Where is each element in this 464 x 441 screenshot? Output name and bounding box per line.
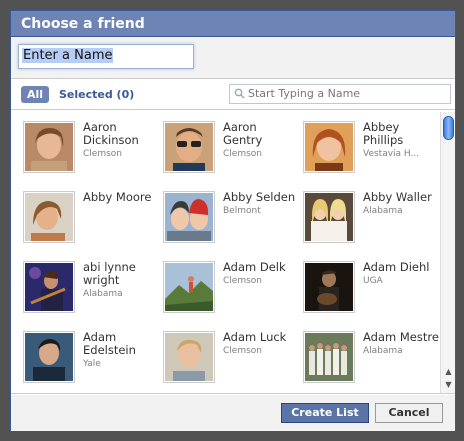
friend-network: Clemson — [223, 149, 262, 159]
friend-item[interactable]: Adam Edelstein Yale — [23, 330, 159, 393]
friend-network: Alabama — [363, 346, 403, 356]
tab-selected[interactable]: Selected (0) — [59, 86, 134, 103]
friends-scrollbar[interactable]: ▲ ▼ — [440, 112, 455, 393]
filter-row: All Selected (0) Start Typing a Name — [11, 79, 455, 110]
friend-photo — [23, 331, 75, 383]
scroll-thumb[interactable] — [443, 116, 454, 140]
cancel-button[interactable]: Cancel — [375, 403, 443, 423]
list-name-value: Enter a Name — [22, 48, 114, 63]
friend-network: Clemson — [83, 149, 122, 159]
scroll-down-icon[interactable]: ▼ — [443, 379, 454, 391]
friend-search-input[interactable]: Start Typing a Name — [229, 84, 451, 104]
friend-network: Vestavia H... — [363, 149, 420, 159]
list-name-input[interactable]: Enter a Name — [18, 44, 194, 69]
friends-grid: Aaron Dickinson Clemson Aaron Gentry Clems… — [11, 112, 455, 394]
friend-name: Abbey Phillips — [363, 120, 404, 147]
friend-name: Adam Mestre — [363, 330, 439, 344]
friend-item[interactable]: Aaron Dickinson Clemson — [23, 121, 159, 185]
friend-photo — [23, 261, 75, 313]
friend-photo — [303, 191, 355, 243]
search-icon — [234, 88, 245, 99]
friend-network: Alabama — [363, 206, 403, 216]
friend-network: Clemson — [223, 346, 262, 356]
friend-item[interactable]: Adam Diehl UGA — [303, 261, 439, 325]
friend-name: Abby Waller — [363, 190, 432, 204]
choose-friend-dialog: Choose a friend Enter a Name All Selecte… — [0, 0, 464, 441]
tab-all[interactable]: All — [21, 86, 50, 103]
friend-photo — [163, 261, 215, 313]
friend-photo — [23, 191, 75, 243]
friend-item[interactable]: Abby Moore — [23, 191, 159, 255]
dialog-body: Choose a friend Enter a Name All Selecte… — [10, 10, 456, 431]
friend-network: Alabama — [83, 289, 123, 299]
friend-item[interactable]: Abby Selden Belmont — [163, 191, 299, 255]
friend-name: Abby Selden — [223, 190, 296, 204]
friend-photo — [163, 191, 215, 243]
dialog-title: Choose a friend — [11, 11, 455, 37]
friend-item[interactable]: Adam Mestre Alabama — [303, 330, 439, 393]
friend-name: Adam Luck — [223, 330, 287, 344]
dialog-footer: Create List Cancel — [11, 395, 455, 431]
friend-photo — [303, 121, 355, 173]
friend-network: Clemson — [223, 276, 262, 286]
friend-item[interactable]: abi lynne wright Alabama — [23, 261, 159, 325]
friend-network: Belmont — [223, 206, 261, 216]
search-placeholder: Start Typing a Name — [248, 87, 361, 100]
name-row: Enter a Name — [11, 37, 455, 79]
friend-name: Adam Diehl — [363, 260, 430, 274]
scroll-up-icon[interactable]: ▲ — [443, 366, 454, 378]
friend-item[interactable]: Abby Waller Alabama — [303, 191, 439, 255]
friend-name: Aaron Dickinson — [83, 120, 139, 147]
friend-name: Adam Edelstein — [83, 330, 136, 357]
friend-name: Abby Moore — [83, 190, 152, 204]
friend-name: Aaron Gentry — [223, 120, 263, 147]
friend-item[interactable]: Adam Delk Clemson — [163, 261, 299, 325]
friend-item[interactable]: Adam Luck Clemson — [163, 330, 299, 393]
create-list-button[interactable]: Create List — [281, 403, 369, 423]
friend-network: Yale — [83, 359, 101, 369]
friend-photo — [303, 261, 355, 313]
friend-item[interactable]: Abbey Phillips Vestavia H... — [303, 121, 439, 185]
friend-name: abi lynne wright — [83, 260, 136, 287]
friend-photo — [163, 121, 215, 173]
friend-photo — [23, 121, 75, 173]
friend-item[interactable]: Aaron Gentry Clemson — [163, 121, 299, 185]
friend-photo — [163, 331, 215, 383]
friend-photo — [303, 331, 355, 383]
friend-network: UGA — [363, 276, 383, 286]
friend-name: Adam Delk — [223, 260, 286, 274]
